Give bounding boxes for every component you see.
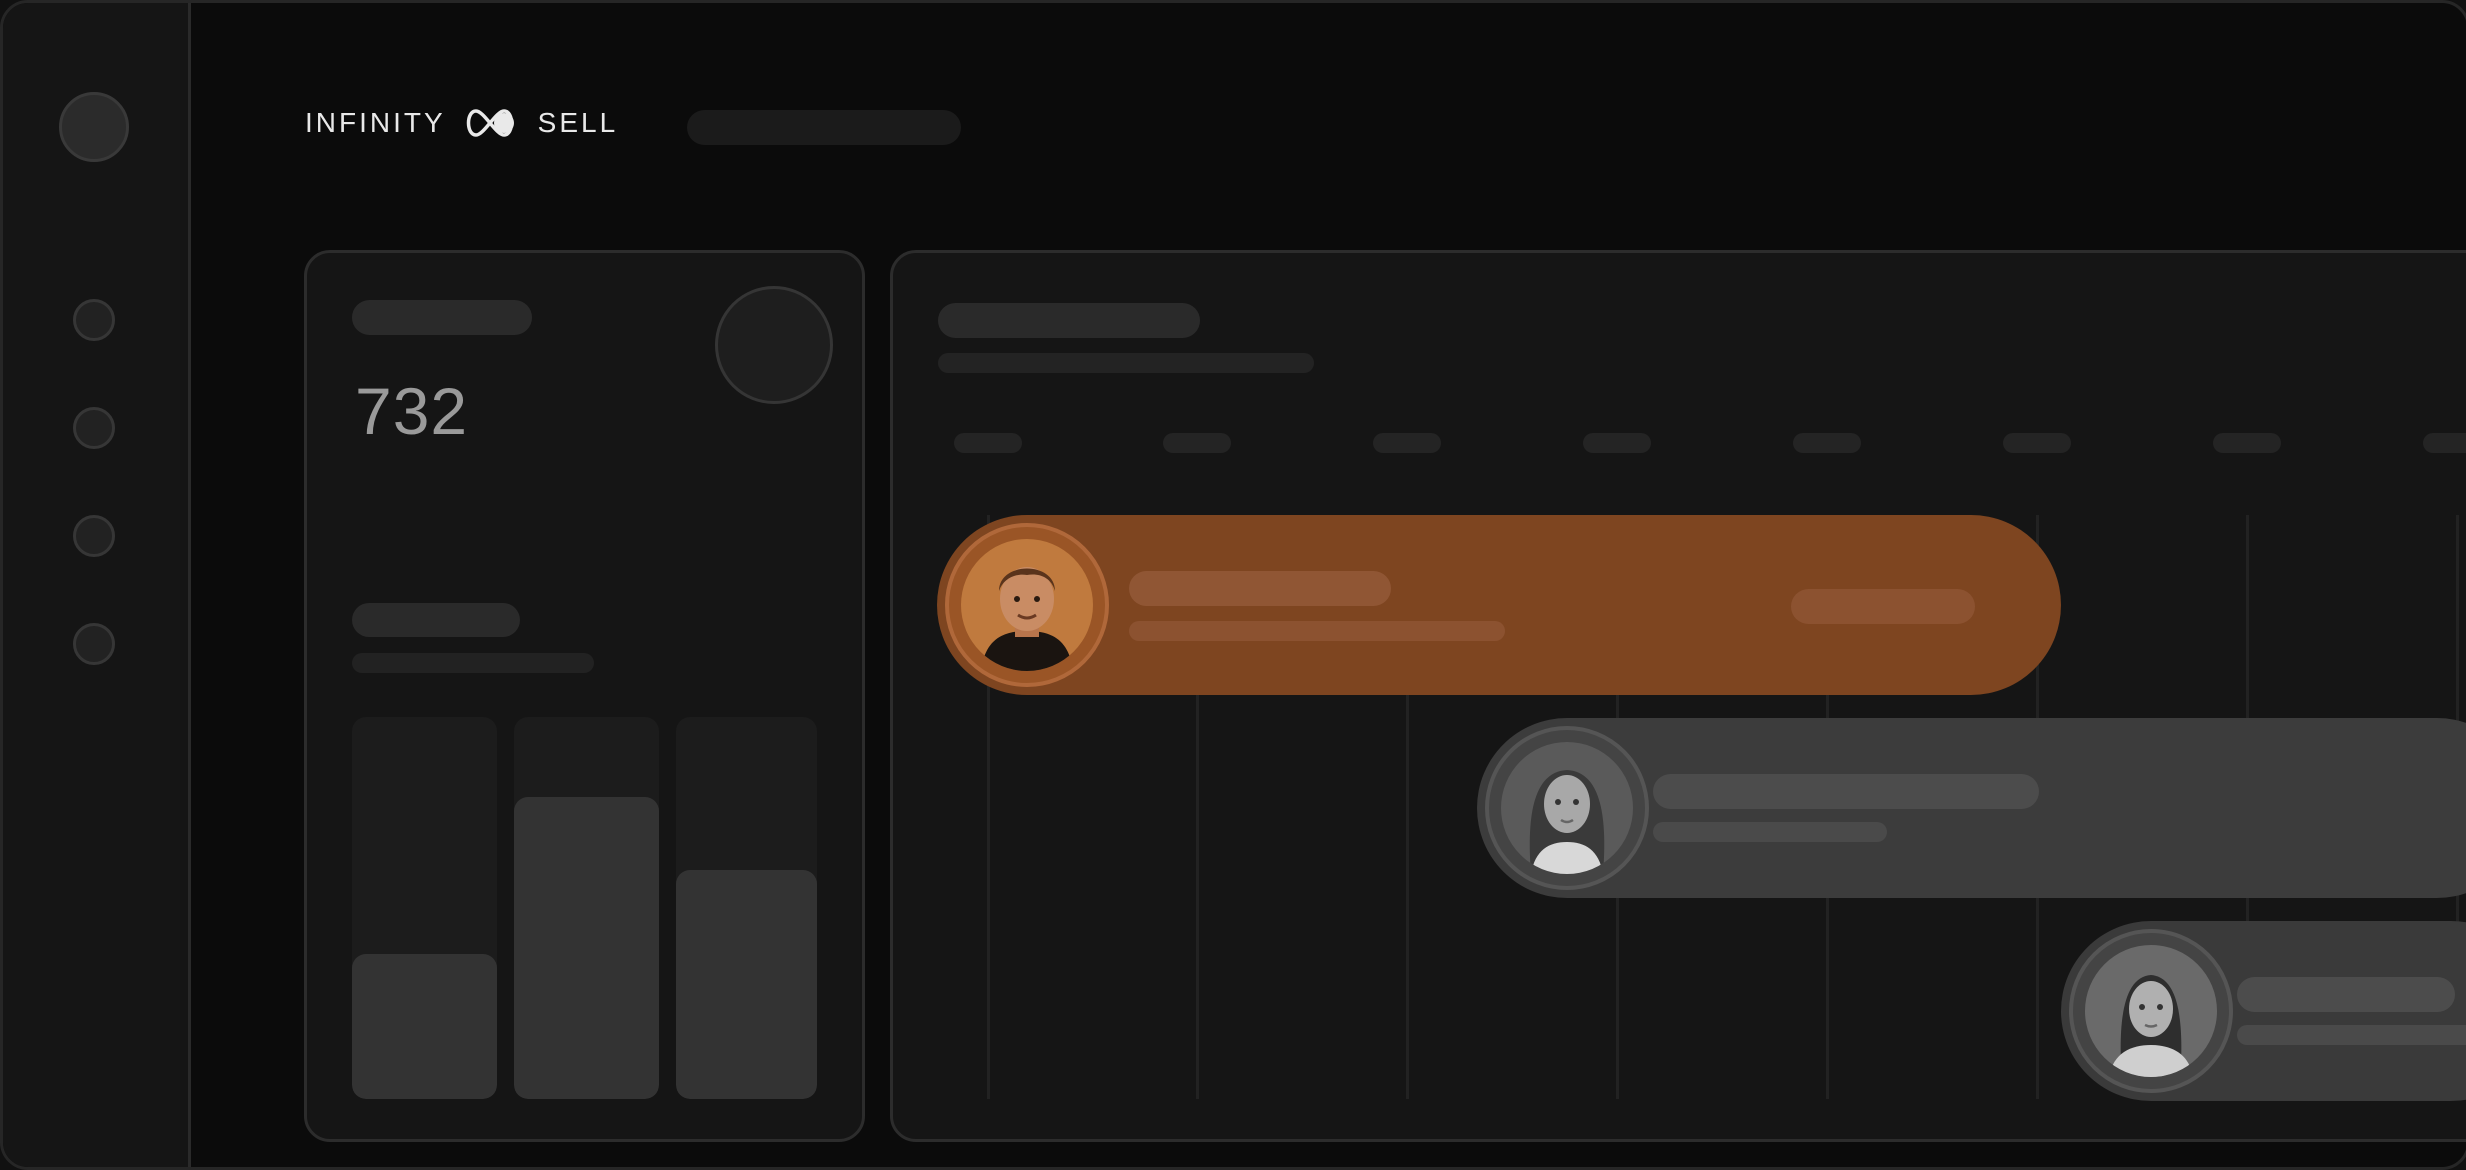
timeline-subtitle-placeholder — [938, 353, 1314, 373]
person-female-avatar-2 — [2085, 945, 2217, 1077]
row-title-placeholder — [1129, 571, 1391, 606]
timeline-title-placeholder — [938, 303, 1200, 338]
row-subtitle-placeholder — [2237, 1025, 2466, 1045]
sidebar — [3, 3, 191, 1167]
column-header — [2213, 433, 2281, 453]
stats-card: 732 — [304, 250, 865, 1142]
bar-fill — [514, 797, 659, 1099]
person-male-avatar — [961, 539, 1093, 671]
timeline-bar-3[interactable] — [2061, 921, 2466, 1101]
bar-track — [676, 717, 817, 1099]
person-female-avatar — [1501, 742, 1633, 874]
column-header — [954, 433, 1022, 453]
column-header — [1583, 433, 1651, 453]
stats-icon[interactable] — [715, 286, 833, 404]
infinity-icon — [462, 107, 518, 139]
column-header — [2423, 433, 2466, 453]
timeline-bar-2[interactable] — [1477, 718, 2466, 898]
brand-logo: INFINITY SELL — [305, 107, 618, 139]
avatar — [2069, 929, 2233, 1093]
brand-name-left: INFINITY — [305, 107, 446, 138]
avatar — [1485, 726, 1649, 890]
row-status-placeholder — [1791, 589, 1975, 624]
nav-item-1[interactable] — [73, 299, 115, 341]
avatar — [945, 523, 1109, 687]
row-title-placeholder — [2237, 977, 2455, 1012]
bar-fill — [352, 953, 497, 1099]
chart-subtitle-placeholder — [352, 653, 594, 673]
column-header — [1373, 433, 1441, 453]
stats-title-placeholder — [352, 300, 532, 335]
column-header — [2003, 433, 2071, 453]
row-subtitle-placeholder — [1129, 621, 1505, 641]
column-header — [1163, 433, 1231, 453]
brand-name-right: SELL — [537, 107, 619, 138]
bar-fill — [676, 869, 817, 1099]
nav-item-2[interactable] — [73, 407, 115, 449]
nav-item-4[interactable] — [73, 623, 115, 665]
chart-title-placeholder — [352, 603, 520, 637]
metric-value: 732 — [355, 374, 469, 448]
bar-track — [352, 717, 497, 1099]
search-bar[interactable] — [687, 110, 961, 145]
timeline-bar-1[interactable] — [937, 515, 2061, 695]
column-header — [1793, 433, 1861, 453]
row-subtitle-placeholder — [1653, 822, 1887, 842]
bar-track — [514, 717, 659, 1099]
nav-item-3[interactable] — [73, 515, 115, 557]
user-avatar[interactable] — [59, 92, 129, 162]
row-title-placeholder — [1653, 774, 2039, 809]
app-window: INFINITY SELL 732 — [0, 0, 2466, 1170]
